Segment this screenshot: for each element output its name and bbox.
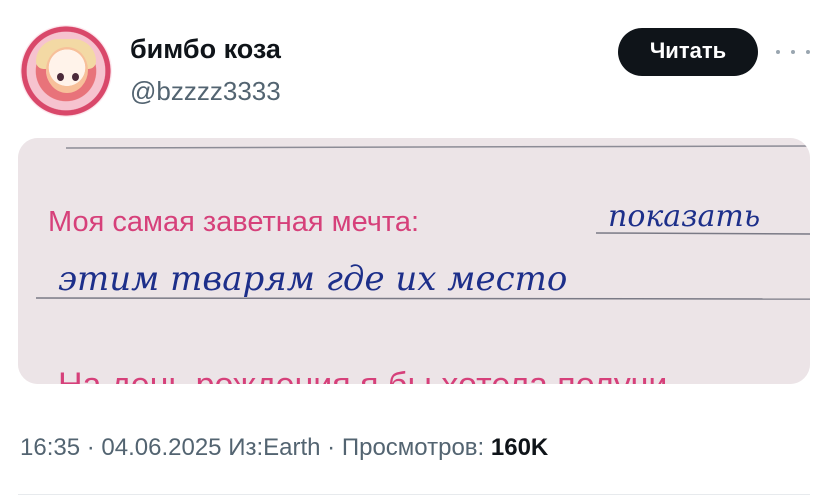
avatar-eye <box>57 73 64 81</box>
tweet-media-image[interactable]: Моя самая заветная мечта: показать этим … <box>18 138 810 384</box>
more-dots-icon[interactable] <box>776 40 810 64</box>
meta-separator: · <box>327 434 336 461</box>
tweet-date[interactable]: 04.06.2025 <box>101 434 221 461</box>
avatar[interactable] <box>20 25 112 117</box>
divider <box>18 494 810 495</box>
views-label: Просмотров: <box>341 434 485 461</box>
tweet-time[interactable]: 16:35 <box>20 434 80 461</box>
views-count: 160K <box>490 434 549 461</box>
tweet-meta: 16:35 · 04.06.2025 Из:Earth · Просмотров… <box>20 434 548 462</box>
handwritten-line-1: показать <box>608 199 760 234</box>
avatar-face <box>46 47 88 93</box>
author-display-name[interactable]: бимбо коза <box>130 34 281 65</box>
follow-button[interactable]: Читать <box>618 28 758 76</box>
handwritten-line-2: этим тварям где их место <box>58 259 567 299</box>
avatar-eye <box>72 73 79 81</box>
cropped-printed-text: На день рождения я бы хотела получи <box>58 366 667 384</box>
meta-separator: · <box>86 434 95 461</box>
printed-prompt-text: Моя самая заветная мечта: <box>48 206 419 238</box>
author-handle[interactable]: @bzzzz3333 <box>130 76 281 107</box>
tweet-source: Из:Earth <box>228 434 321 461</box>
